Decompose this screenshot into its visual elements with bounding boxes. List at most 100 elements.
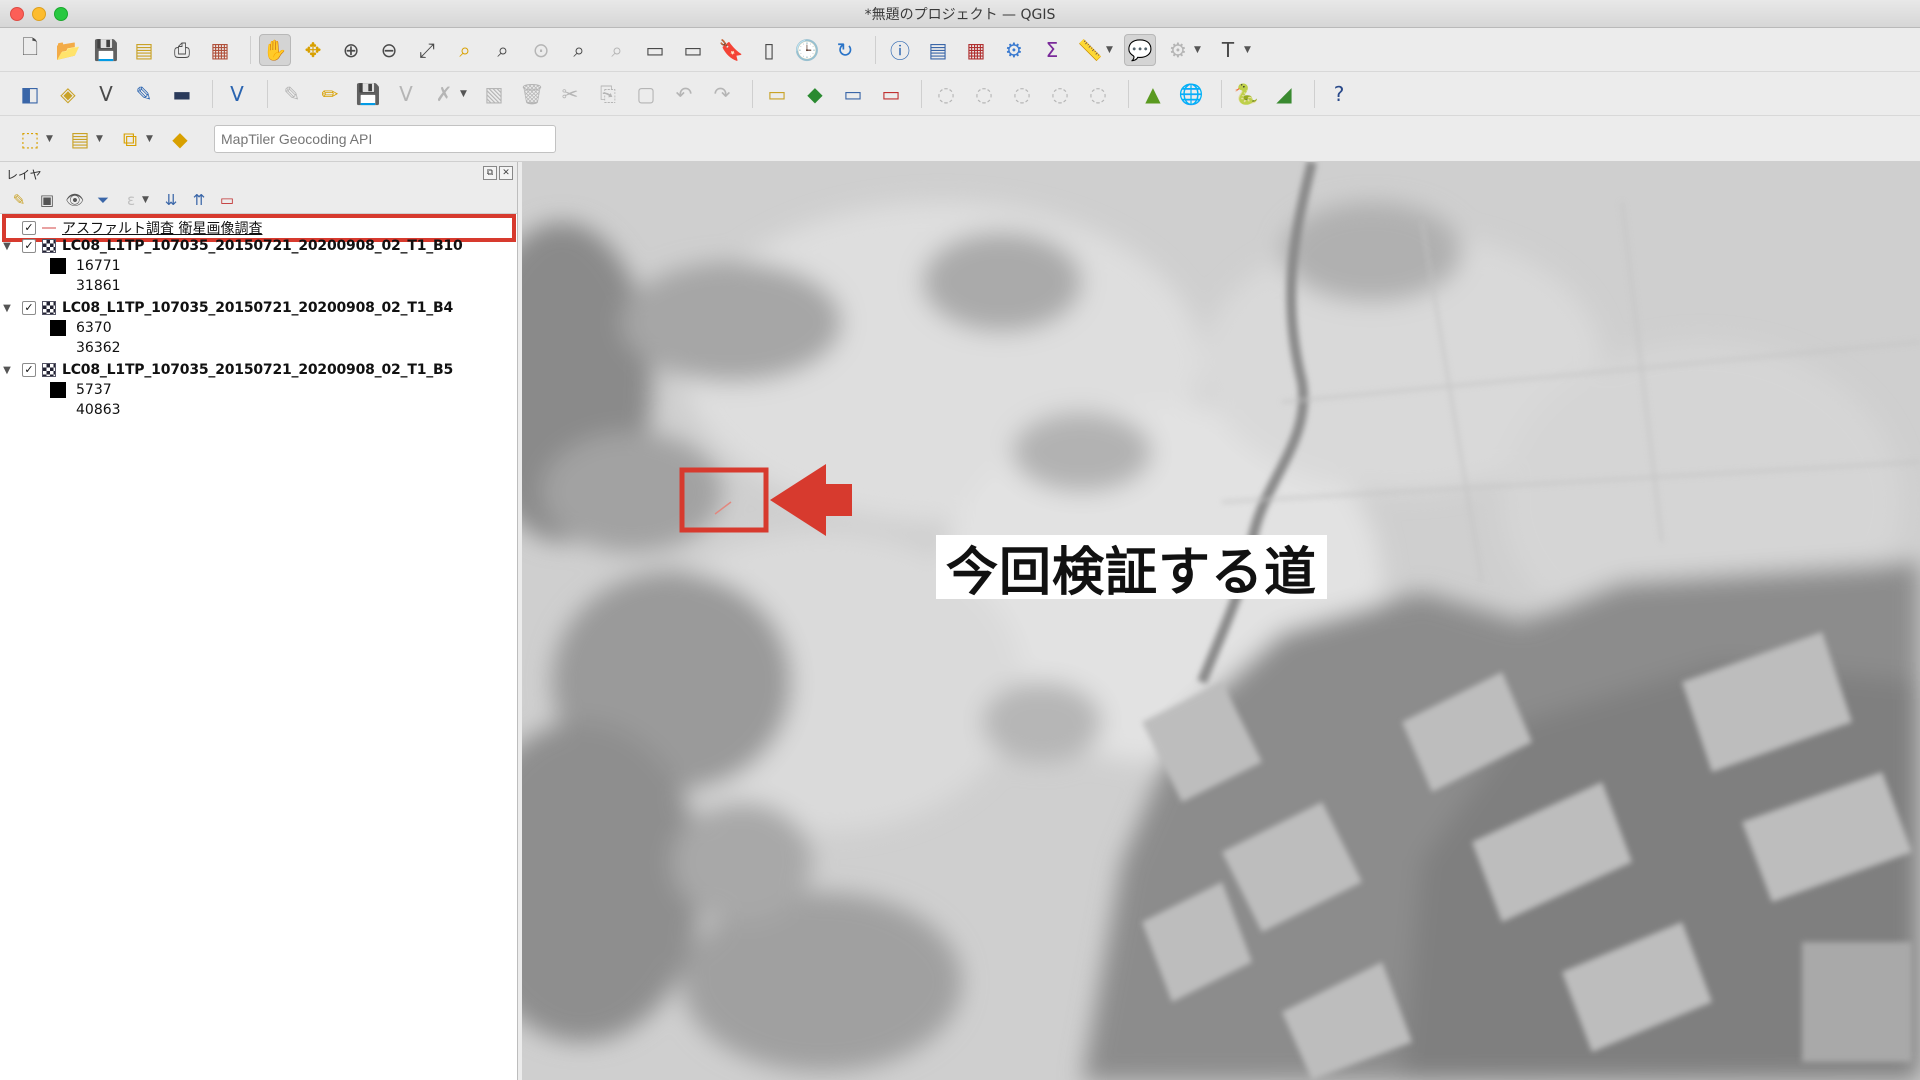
filter-expression-icon[interactable]: ε (120, 189, 142, 211)
text-annotation-icon[interactable]: T (1212, 34, 1244, 66)
move-label-icon[interactable]: ◌ (930, 78, 962, 110)
new-project-icon[interactable]: 🗋 (14, 34, 46, 66)
add-feature-icon[interactable]: V (390, 78, 422, 110)
diagram-icon[interactable]: ◆ (799, 78, 831, 110)
label-icon[interactable]: ▭ (761, 78, 793, 110)
geocoder-search-input[interactable] (214, 124, 556, 153)
identify-icon[interactable]: ⓘ (884, 34, 916, 66)
close-window-button[interactable] (10, 7, 24, 21)
georeferencer-icon[interactable]: ▲ (1137, 78, 1169, 110)
pan-to-selection-icon[interactable]: ✥ (297, 34, 329, 66)
chevron-down-icon[interactable]: ▼ (0, 241, 14, 252)
float-panel-icon[interactable]: ⧉ (483, 166, 497, 180)
map-canvas[interactable]: 今回検証する道 (522, 162, 1920, 1080)
layer-visibility-checkbox[interactable]: ✓ (22, 239, 36, 253)
delete-selected-icon[interactable]: 🗑 (516, 78, 548, 110)
measure-icon[interactable]: 📏 (1074, 34, 1106, 66)
chevron-down-icon[interactable]: ▼ (1106, 45, 1116, 55)
save-project-icon[interactable]: 💾 (90, 34, 122, 66)
attribute-table-icon[interactable]: ▤ (922, 34, 954, 66)
maximize-window-button[interactable] (54, 7, 68, 21)
map-tips-icon[interactable]: 💬 (1124, 33, 1156, 66)
chevron-down-icon[interactable]: ▼ (146, 134, 156, 144)
temporal-icon[interactable]: 🕒 (791, 34, 823, 66)
chevron-down-icon[interactable]: ▼ (0, 365, 14, 376)
data-source-manager-icon[interactable]: ◧ (14, 78, 46, 110)
manage-visibility-icon[interactable]: 👁 (64, 189, 86, 211)
new-temporary-layer-icon[interactable]: ▬ (166, 78, 198, 110)
highlight-labels-icon[interactable]: ▭ (875, 78, 907, 110)
chevron-down-icon[interactable]: ▼ (1244, 45, 1254, 55)
save-as-icon[interactable]: ▤ (128, 34, 160, 66)
change-label-icon[interactable]: ◌ (1006, 78, 1038, 110)
layer-visibility-checkbox[interactable]: ✓ (22, 363, 36, 377)
virtual-layer-icon[interactable]: V (221, 78, 253, 110)
refresh-icon[interactable]: ↻ (829, 34, 861, 66)
new-geopackage-icon[interactable]: ◈ (52, 78, 84, 110)
zoom-to-selection-icon[interactable]: ⌕ (449, 34, 481, 66)
annotation-icon[interactable]: ⚙ (1162, 34, 1194, 66)
rotate-label-icon[interactable]: ◌ (968, 78, 1000, 110)
chevron-down-icon[interactable]: ▼ (96, 134, 106, 144)
current-edits-icon[interactable]: ✎ (276, 78, 308, 110)
copy-features-icon[interactable]: ⎘ (592, 78, 624, 110)
layer-row-b4[interactable]: ▼ ✓ LC08_L1TP_107035_20150721_20200908_0… (0, 298, 510, 318)
elevation-profile-icon[interactable]: ◢ (1268, 78, 1300, 110)
python-console-icon[interactable]: 🐍 (1230, 78, 1262, 110)
spatial-bookmark-icon[interactable]: 🔖 (715, 34, 747, 66)
modify-attributes-icon[interactable]: ▧ (478, 78, 510, 110)
zoom-in-icon[interactable]: ⊕ (335, 34, 367, 66)
layer-visibility-checkbox[interactable]: ✓ (22, 301, 36, 315)
zoom-full-icon[interactable]: ⤢ (411, 34, 443, 66)
show-bookmarks-icon[interactable]: ▭ (677, 34, 709, 66)
undo-icon[interactable]: ↶ (668, 78, 700, 110)
new-shapefile-icon[interactable]: V (90, 78, 122, 110)
zoom-out-icon[interactable]: ⊖ (373, 34, 405, 66)
save-edits-icon[interactable]: 💾 (352, 78, 384, 110)
zoom-to-layer-icon[interactable]: ⌕ (487, 34, 519, 66)
layer-row-b5[interactable]: ▼ ✓ LC08_L1TP_107035_20150721_20200908_0… (0, 360, 510, 380)
select-by-value-icon[interactable]: ▤ (64, 123, 96, 155)
select-features-icon[interactable]: ⬚ (14, 123, 46, 155)
paste-features-icon[interactable]: ▢ (630, 78, 662, 110)
chevron-down-icon[interactable]: ▼ (0, 303, 14, 314)
select-location-icon[interactable]: ◆ (164, 123, 196, 155)
pin-labels-icon[interactable]: ▭ (837, 78, 869, 110)
close-panel-icon[interactable]: ✕ (499, 166, 513, 180)
label-properties-icon[interactable]: ◌ (1082, 78, 1114, 110)
deselect-all-icon[interactable]: ⧉ (114, 123, 146, 155)
filter-legend-icon[interactable]: ⏷ (92, 189, 114, 211)
chevron-down-icon[interactable]: ▼ (142, 195, 152, 205)
globe-icon[interactable]: 🌐 (1175, 78, 1207, 110)
zoom-native-icon[interactable]: ⊙ (525, 34, 557, 66)
minimize-window-button[interactable] (32, 7, 46, 21)
add-group-icon[interactable]: ▣ (36, 189, 58, 211)
layer-visibility-checkbox[interactable]: ✓ (22, 221, 36, 235)
new-bookmark-icon[interactable]: ▭ (639, 34, 671, 66)
chevron-down-icon[interactable]: ▼ (46, 134, 56, 144)
print-layout-icon[interactable]: ⎙ (166, 34, 198, 66)
open-project-icon[interactable]: 📂 (52, 34, 84, 66)
vertex-tool-icon[interactable]: ✗ (428, 78, 460, 110)
zoom-last-icon[interactable]: ⌕ (563, 34, 595, 66)
digitize-icon[interactable]: ✎ (128, 78, 160, 110)
collapse-all-icon[interactable]: ⇈ (188, 189, 210, 211)
expand-all-icon[interactable]: ⇊ (160, 189, 182, 211)
chevron-down-icon[interactable]: ▼ (1194, 45, 1204, 55)
statistics-icon[interactable]: Σ (1036, 34, 1068, 66)
pan-icon[interactable]: ✋ (259, 33, 291, 66)
help-icon[interactable]: ? (1323, 78, 1355, 110)
redo-icon[interactable]: ↷ (706, 78, 738, 110)
layer-row-b10[interactable]: ▼ ✓ LC08_L1TP_107035_20150721_20200908_0… (0, 236, 510, 256)
layer-styling-icon[interactable]: ✎ (8, 189, 30, 211)
cut-features-icon[interactable]: ✂ (554, 78, 586, 110)
chevron-down-icon[interactable]: ▼ (460, 89, 470, 99)
bookmark-manager-icon[interactable]: ▯ (753, 34, 785, 66)
layer-row-asphalt[interactable]: ✓ アスファルト調査 衛星画像調査 (0, 218, 510, 238)
toggle-editing-icon[interactable]: ✏ (314, 78, 346, 110)
show-hide-labels-icon[interactable]: ◌ (1044, 78, 1076, 110)
remove-layer-icon[interactable]: ▭ (216, 189, 238, 211)
zoom-next-icon[interactable]: ⌕ (601, 34, 633, 66)
style-manager-icon[interactable]: ▦ (204, 34, 236, 66)
processing-toolbox-icon[interactable]: ⚙ (998, 34, 1030, 66)
